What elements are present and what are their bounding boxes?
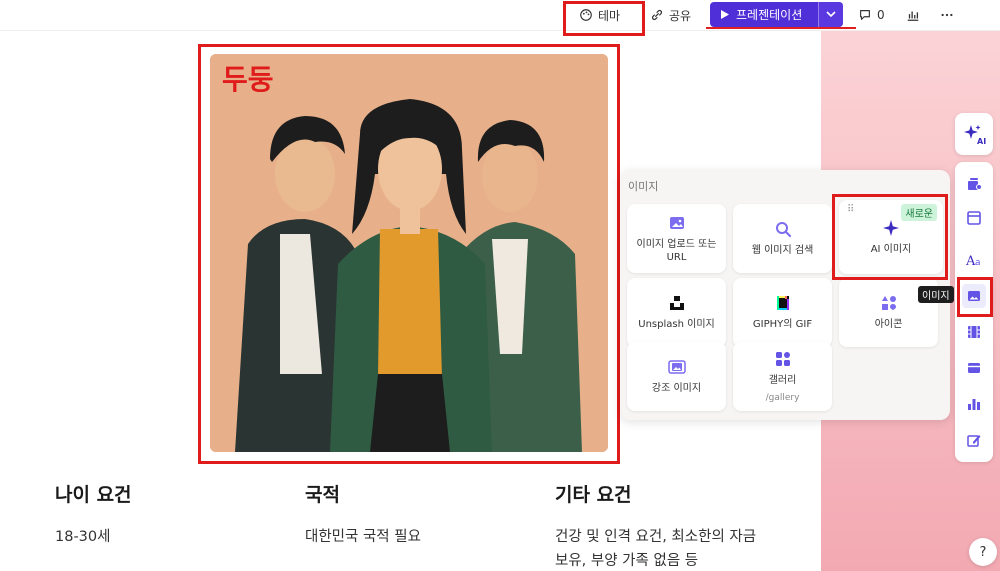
column-text: 대한민국 국적 필요	[305, 529, 421, 545]
image-panel: 이미지 이미지 업로드 또는 URL 웹 이미지 검색 ⠿ 새로운 AI 이미지…	[620, 170, 950, 420]
rail-image-button[interactable]	[962, 284, 986, 308]
comment-icon	[860, 10, 870, 20]
palette-icon	[580, 9, 592, 21]
illustration	[210, 54, 608, 452]
rail-video-button[interactable]	[962, 320, 986, 344]
top-toolbar: 테마 공유 프레젠테이션 0	[0, 0, 1000, 31]
slide-image[interactable]	[210, 54, 608, 452]
svg-text:a: a	[975, 258, 981, 268]
rail-cards-button[interactable]	[962, 172, 986, 196]
comment-count: 0	[877, 8, 885, 22]
column-text: 건강 및 인격 요건, 최소한의 자금 보유, 부양 가족 없음 등	[555, 529, 757, 569]
card-label: Unsplash 이미지	[638, 319, 715, 330]
ai-sparkle-icon: AI	[964, 125, 986, 146]
cards-icon	[968, 178, 982, 190]
card-label: 웹 이미지 검색	[751, 245, 814, 256]
layout-icon	[967, 211, 981, 225]
present-label: 프레젠테이션	[736, 8, 803, 22]
ai-assistant-button[interactable]: AI	[955, 113, 993, 155]
column-other: 기타 요건 건강 및 인격 요건, 최소한의 자금 보유, 부양 가족 없음 등	[555, 480, 770, 571]
present-main[interactable]: 프레젠테이션	[710, 2, 818, 27]
new-badge: 새로운	[901, 204, 937, 221]
card-label: 이미지 업로드 또는 URL	[636, 238, 717, 263]
ai-image-card[interactable]: ⠿ 새로운 AI 이미지	[839, 200, 943, 274]
present-dropdown[interactable]	[818, 2, 843, 27]
rail-text-button[interactable]: Aa	[962, 248, 986, 272]
image-icon	[968, 291, 980, 301]
more-icon	[941, 13, 953, 17]
image-upload-card[interactable]: 이미지 업로드 또는 URL	[627, 204, 726, 273]
web-image-search-card[interactable]: 웹 이미지 검색	[733, 204, 832, 273]
rail-layout-button[interactable]	[962, 206, 986, 230]
panel-title: 이미지	[628, 180, 659, 193]
card-label: GIPHY의 GIF	[752, 319, 813, 330]
ai-label: AI	[977, 137, 986, 146]
theme-label: 테마	[598, 8, 621, 23]
bar-chart-icon	[907, 11, 919, 21]
play-icon	[721, 10, 729, 19]
rail-form-button[interactable]	[962, 428, 986, 452]
image-caption: 두둥	[222, 63, 274, 96]
shapes-icon	[881, 296, 896, 310]
column-age: 나이 요건 18-30세	[55, 480, 295, 549]
accent-image-card[interactable]: 강조 이미지	[627, 342, 726, 411]
card-label: 갤러리	[768, 375, 797, 386]
insert-rail: Aa	[955, 162, 993, 462]
giphy-icon	[776, 296, 789, 310]
share-button[interactable]: 공유	[650, 4, 691, 26]
card-label: AI 이미지	[870, 243, 912, 255]
gallery-card[interactable]: 갤러리 /gallery	[733, 342, 832, 411]
unsplash-icon	[669, 296, 684, 310]
app-window: 테마 공유 프레젠테이션 0 두둥 나이 요건 18-30세 국적 대한민국 국…	[0, 0, 1000, 571]
giphy-card[interactable]: GIPHY의 GIF	[733, 278, 832, 347]
rail-embed-button[interactable]	[962, 356, 986, 380]
embed-icon	[968, 363, 980, 373]
text-icon: Aa	[966, 254, 981, 268]
column-heading: 국적	[305, 484, 340, 506]
column-heading: 나이 요건	[55, 484, 132, 506]
more-button[interactable]	[940, 4, 954, 26]
present-button[interactable]: 프레젠테이션	[710, 2, 843, 27]
chevron-down-icon	[826, 11, 836, 18]
analytics-button[interactable]	[906, 4, 920, 26]
accent-image-icon	[667, 360, 686, 374]
column-nationality: 국적 대한민국 국적 필요	[305, 480, 545, 549]
film-icon	[968, 326, 980, 338]
present-underline	[706, 27, 856, 29]
edit-form-icon	[967, 435, 981, 447]
column-text: 18-30세	[55, 529, 111, 545]
column-heading: 기타 요건	[555, 484, 632, 506]
rail-chart-button[interactable]	[962, 392, 986, 416]
share-label: 공유	[669, 8, 692, 23]
theme-button[interactable]: 테마	[579, 4, 620, 26]
image-icon	[669, 216, 684, 229]
comments-button[interactable]: 0	[858, 4, 885, 26]
card-sub-label: /gallery	[765, 393, 800, 403]
link-icon	[651, 9, 663, 21]
gallery-icon	[775, 352, 790, 366]
card-label: 강조 이미지	[651, 383, 702, 394]
drag-handle-icon[interactable]: ⠿	[847, 204, 854, 215]
unsplash-card[interactable]: Unsplash 이미지	[627, 278, 726, 347]
chart-icon	[968, 399, 980, 410]
search-icon	[775, 222, 791, 238]
card-label: 아이콘	[874, 319, 903, 330]
sparkle-icon	[883, 219, 899, 236]
image-tooltip: 이미지	[918, 286, 954, 303]
help-button[interactable]: ?	[969, 538, 997, 566]
